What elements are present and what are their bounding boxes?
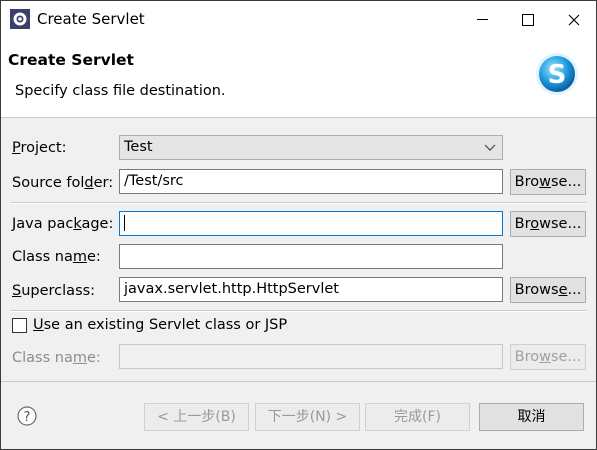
footer-separator (1, 381, 596, 382)
back-button: < 上一步(B) (144, 403, 249, 431)
separator (10, 310, 586, 312)
window-title: Create Servlet (37, 10, 145, 28)
java-package-input[interactable] (119, 211, 503, 236)
existing-class-name-input (119, 344, 503, 369)
help-icon[interactable]: ? (17, 406, 37, 426)
source-folder-input[interactable]: /Test/src (119, 169, 503, 194)
superclass-label: Superclass: (12, 283, 96, 299)
existing-class-browse-button: Browse... (510, 344, 586, 370)
use-existing-servlet-label[interactable]: Use an existing Servlet class or JSP (33, 317, 287, 333)
existing-class-name-label: Class name: (12, 350, 101, 366)
superclass-browse-button[interactable]: Browse... (510, 277, 586, 303)
close-button[interactable] (551, 1, 597, 38)
java-package-label: Java package: (12, 216, 114, 232)
superclass-input[interactable]: javax.servlet.http.HttpServlet (119, 277, 503, 302)
wizard-description: Specify class file destination. (15, 83, 226, 99)
use-existing-servlet-checkbox[interactable] (12, 318, 27, 333)
cancel-button[interactable]: 取消 (479, 403, 584, 431)
chevron-down-icon (484, 144, 496, 151)
wizard-header: Create Servlet Specify class file destin… (1, 38, 596, 118)
project-combo[interactable]: Test (119, 135, 503, 160)
maximize-button[interactable] (505, 1, 551, 38)
eclipse-app-icon (10, 9, 30, 29)
svg-text:S: S (548, 60, 567, 90)
create-servlet-dialog: Create Servlet Create Servlet Specify cl… (0, 0, 597, 450)
close-icon (568, 14, 580, 25)
wizard-title: Create Servlet (8, 51, 134, 69)
minimize-button[interactable] (459, 1, 505, 38)
minimize-icon (476, 19, 488, 20)
project-label: Project: (12, 140, 67, 156)
servlet-wizard-icon: S (536, 53, 578, 95)
svg-text:?: ? (24, 410, 31, 425)
maximize-icon (522, 13, 534, 26)
java-package-browse-button[interactable]: Browse... (510, 211, 586, 237)
finish-button: 完成(F) (365, 403, 470, 431)
class-name-label: Class name: (12, 249, 101, 265)
text-cursor (124, 215, 125, 231)
source-folder-browse-button[interactable]: Browse... (510, 169, 586, 195)
class-name-input[interactable] (119, 244, 503, 269)
separator (10, 202, 586, 204)
next-button: 下一步(N) > (255, 403, 360, 431)
title-bar: Create Servlet (1, 1, 596, 38)
source-folder-label: Source folder: (12, 175, 114, 191)
project-combo-value: Test (124, 139, 153, 155)
